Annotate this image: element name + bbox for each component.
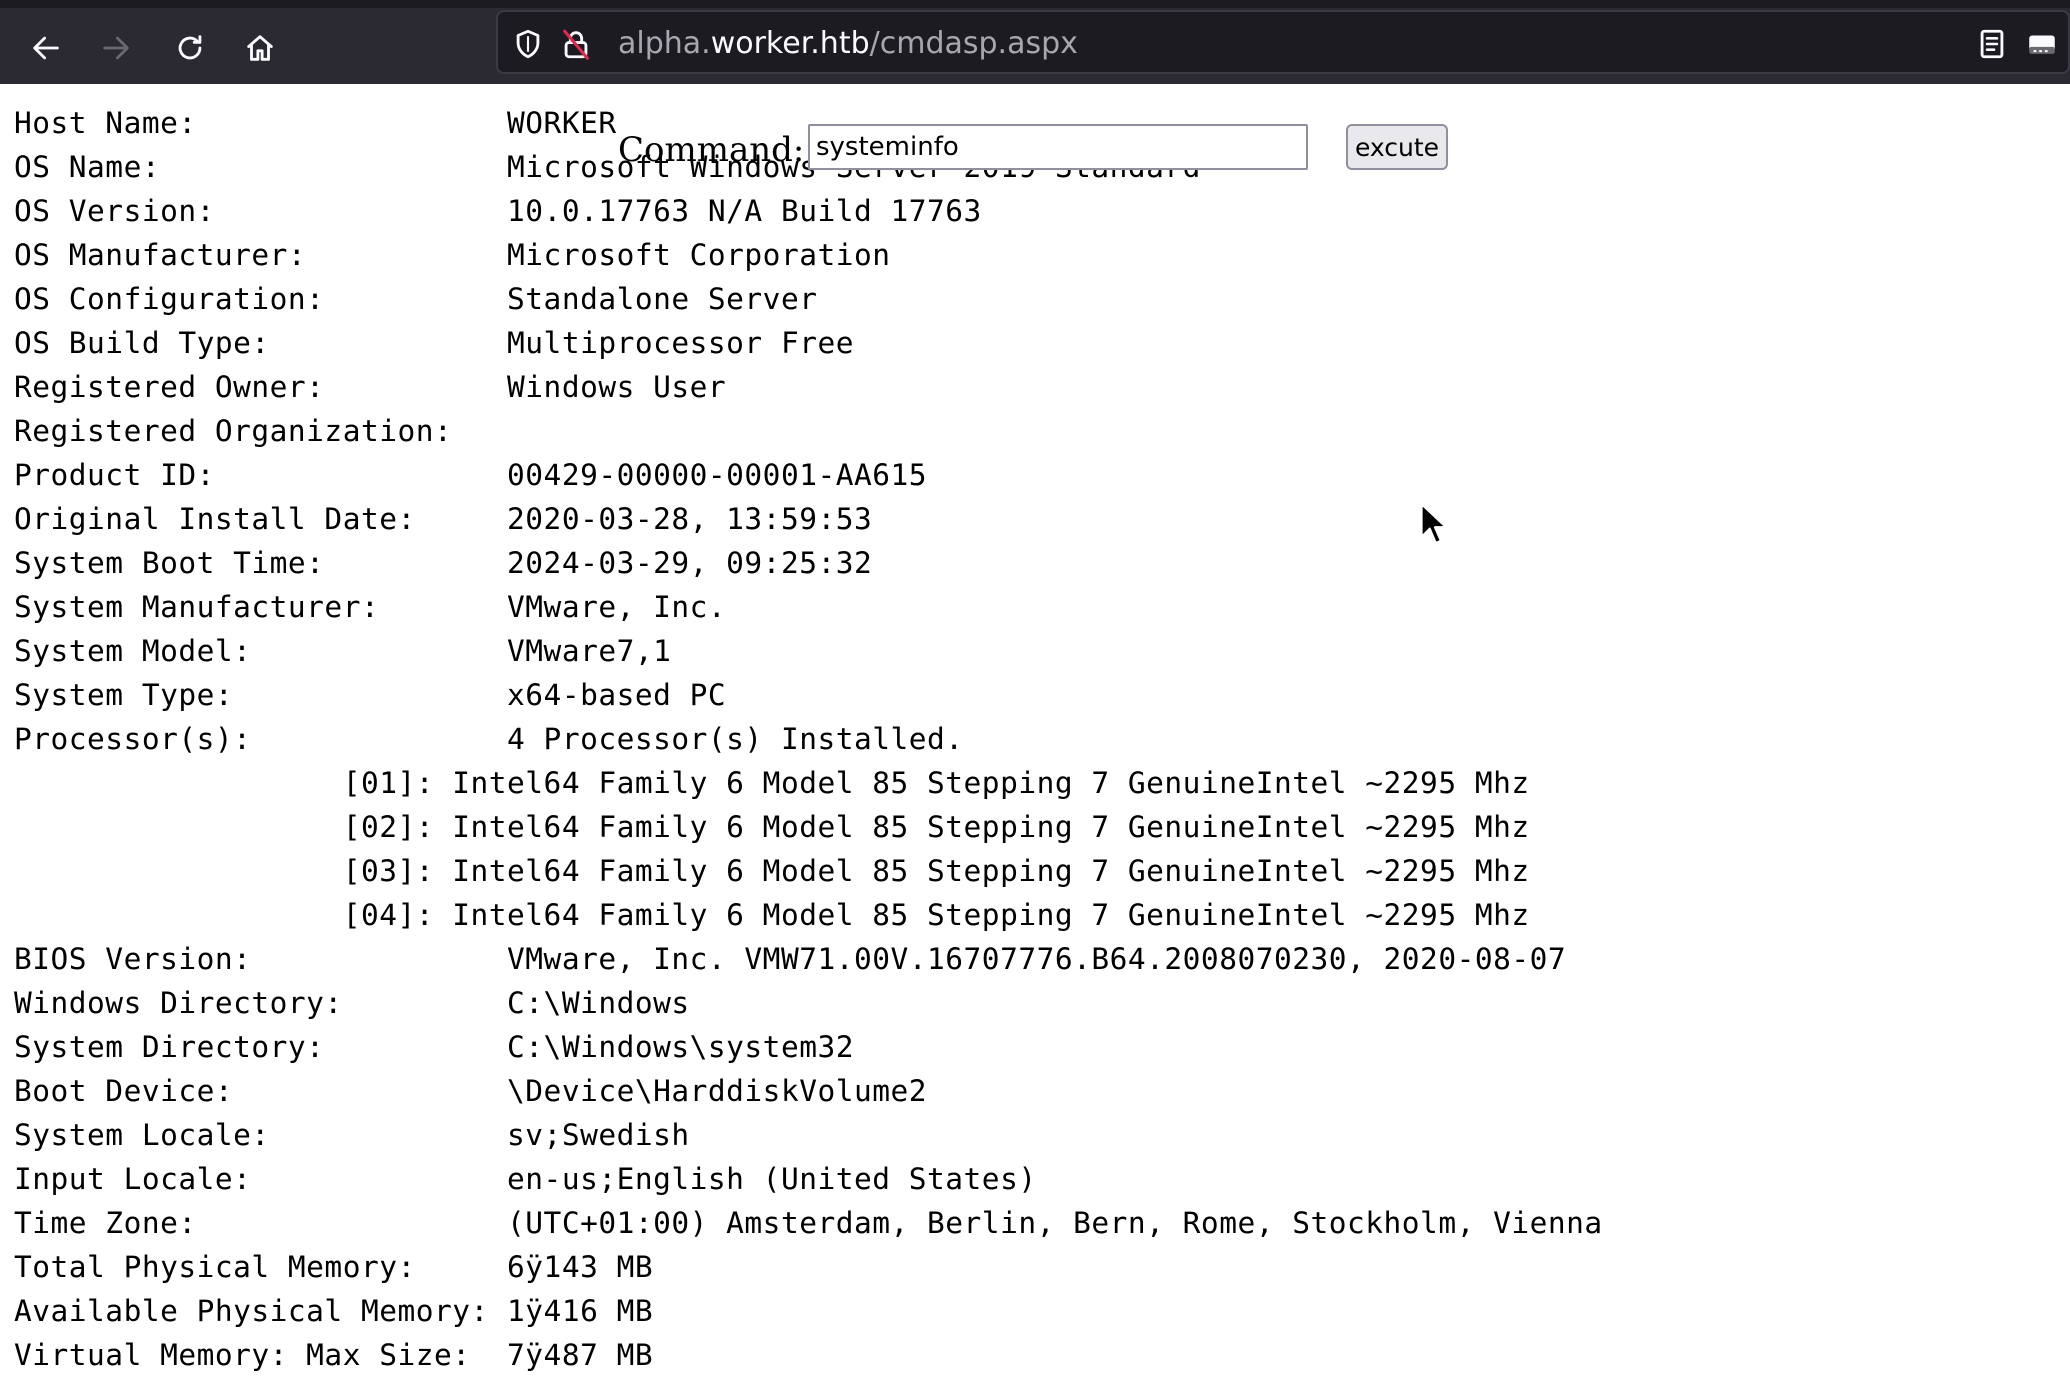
output-line: Available Physical Memory: 1ÿ416 MB (14, 1294, 654, 1328)
output-line: System Type: x64-based PC (14, 678, 727, 712)
output-line: Time Zone: (UTC+01:00) Amsterdam, Berlin… (14, 1206, 1603, 1240)
command-input[interactable] (808, 124, 1308, 170)
output-line: Input Locale: en-us;English (United Stat… (14, 1162, 1037, 1196)
output-line: OS Manufacturer: Microsoft Corporation (14, 238, 891, 272)
reader-view-icon (1980, 29, 2004, 59)
url-host: worker.htb (710, 26, 870, 61)
url-prefix: alpha. (618, 26, 711, 61)
output-line: OS Version: 10.0.17763 N/A Build 17763 (14, 194, 982, 228)
output-line: Virtual Memory: Max Size: 7ÿ487 MB (14, 1338, 654, 1372)
output-line: System Directory: C:\Windows\system32 (14, 1030, 854, 1064)
url-path: /cmdasp.aspx (869, 26, 1078, 61)
command-form: Command: excute (618, 124, 1518, 174)
insecure-lock-icon (563, 29, 589, 60)
connection-security-button[interactable] (556, 24, 596, 64)
output-line: OS Configuration: Standalone Server (14, 282, 818, 316)
address-bar[interactable]: alpha.worker.htb/cmdasp.aspx (496, 10, 2070, 74)
reload-button[interactable] (162, 20, 218, 76)
output-line: Processor(s): 4 Processor(s) Installed. (14, 722, 964, 756)
output-line: OS Build Type: Multiprocessor Free (14, 326, 854, 360)
output-line: [02]: Intel64 Family 6 Model 85 Stepping… (14, 810, 1530, 844)
output-line: System Manufacturer: VMware, Inc. (14, 590, 727, 624)
output-line: Registered Owner: Windows User (14, 370, 727, 404)
output-line: [04]: Intel64 Family 6 Model 85 Stepping… (14, 898, 1530, 932)
back-button[interactable] (18, 20, 74, 76)
output-line: Product ID: 00429-00000-00001-AA615 (14, 458, 928, 492)
shield-icon (516, 29, 540, 59)
command-output: Host Name: WORKER OS Name: Microsoft Win… (14, 101, 1603, 1377)
reload-icon (178, 35, 202, 60)
command-label: Command: (618, 130, 805, 170)
extension-button[interactable] (2022, 24, 2062, 64)
reader-view-button[interactable] (1972, 24, 2012, 64)
execute-button[interactable]: excute (1346, 124, 1448, 170)
output-line: [01]: Intel64 Family 6 Model 85 Stepping… (14, 766, 1530, 800)
arrow-left-icon (33, 36, 59, 60)
forward-button[interactable] (88, 20, 144, 76)
output-line: BIOS Version: VMware, Inc. VMW71.00V.167… (14, 942, 1567, 976)
output-line: Windows Directory: C:\Windows (14, 986, 690, 1020)
url-text[interactable]: alpha.worker.htb/cmdasp.aspx (618, 24, 1078, 64)
browser-toolbar: alpha.worker.htb/cmdasp.aspx (0, 0, 2070, 84)
tracking-protection-button[interactable] (508, 24, 548, 64)
output-line: Original Install Date: 2020-03-28, 13:59… (14, 502, 873, 536)
home-button[interactable] (232, 20, 288, 76)
output-line: Total Physical Memory: 6ÿ143 MB (14, 1250, 654, 1284)
output-line: System Boot Time: 2024-03-29, 09:25:32 (14, 546, 873, 580)
output-line: Host Name: WORKER (14, 106, 617, 140)
extension-icon (2029, 35, 2055, 54)
home-icon (247, 35, 273, 61)
output-line: System Model: VMware7,1 (14, 634, 672, 668)
output-line: [03]: Intel64 Family 6 Model 85 Stepping… (14, 854, 1530, 888)
output-line: Boot Device: \Device\HarddiskVolume2 (14, 1074, 928, 1108)
output-line: Registered Organization: (14, 414, 453, 448)
page-content: Host Name: WORKER OS Name: Microsoft Win… (0, 84, 2070, 1376)
arrow-right-icon (103, 36, 129, 60)
mouse-pointer-icon (1420, 502, 1448, 545)
output-line: System Locale: sv;Swedish (14, 1118, 690, 1152)
